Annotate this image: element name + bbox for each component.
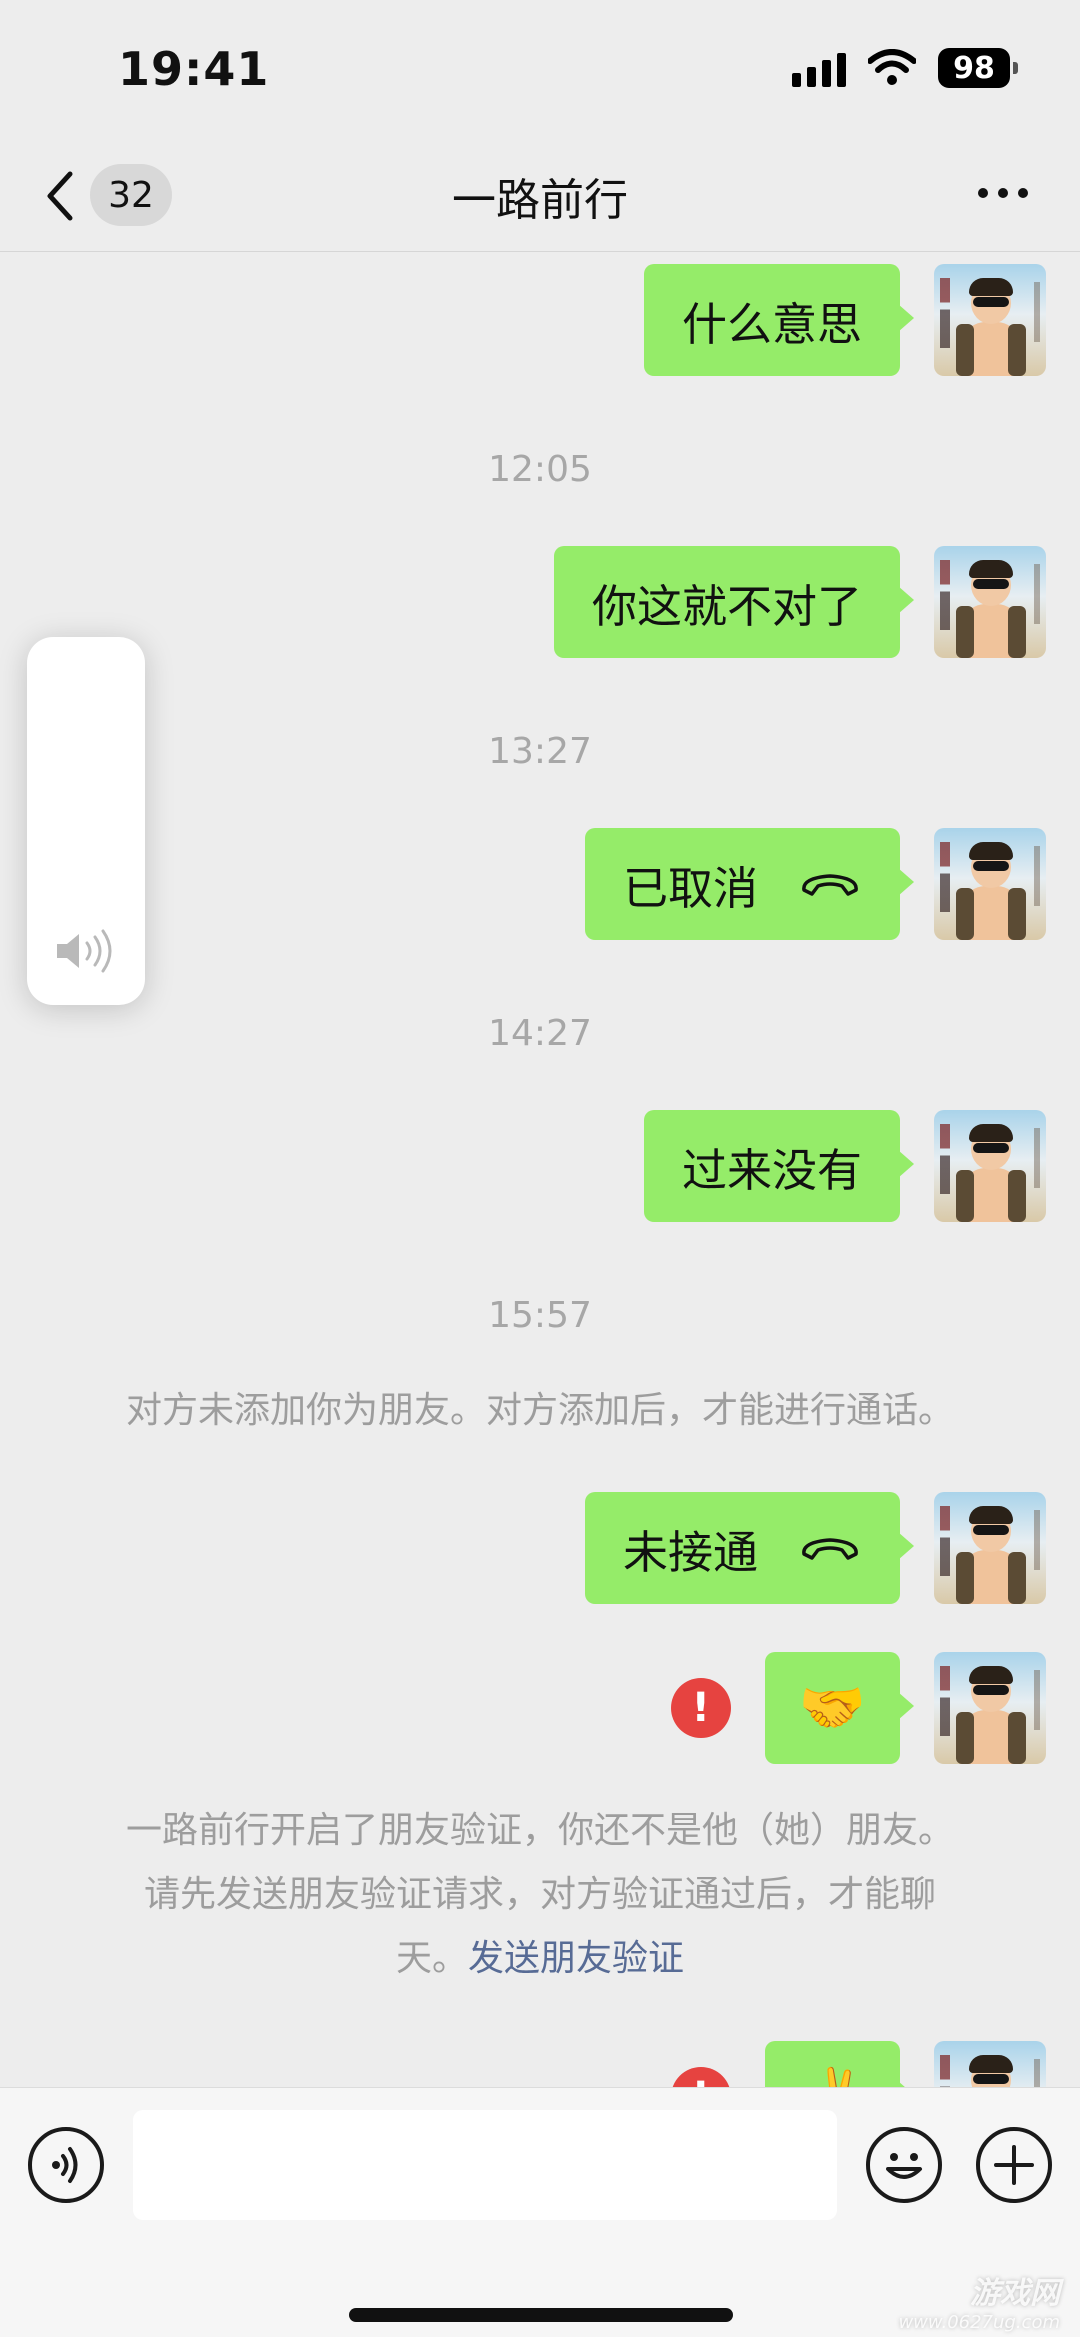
notice-text: 天。 [395, 1938, 468, 1979]
timestamp: 14:27 [488, 1013, 592, 1054]
avatar[interactable] [934, 264, 1046, 376]
avatar[interactable] [934, 1110, 1046, 1222]
call-status-text: 未接通 [622, 1525, 758, 1579]
more-icon[interactable] [978, 188, 1028, 198]
status-icons: 98 [792, 48, 1018, 88]
system-notice: 对方未添加你为朋友。对方添加后，才能进行通话。 [125, 1390, 954, 1431]
message-row: 什么意思 [643, 264, 1046, 376]
avatar[interactable] [934, 1652, 1046, 1764]
error-icon[interactable]: ! [670, 2067, 731, 2087]
sticker-bubble[interactable]: ✌️ [764, 2041, 915, 2087]
call-icon [802, 874, 858, 896]
message-bubble[interactable]: 什么意思 [643, 264, 915, 376]
home-indicator[interactable] [349, 2308, 733, 2322]
timestamp: 15:57 [488, 1295, 592, 1336]
notice-line: 请先发送朋友验证请求，对方验证通过后，才能聊 [143, 1874, 936, 1915]
sticker-bubble[interactable]: 🤝 [764, 1652, 915, 1764]
error-icon[interactable]: ! [670, 1678, 731, 1738]
call-record-bubble[interactable]: 未接通 [584, 1492, 915, 1604]
watermark: 游戏网 www.0627ug.com [898, 2268, 1060, 2333]
message-row: 你这就不对了 [553, 546, 1046, 658]
avatar[interactable] [934, 2041, 1046, 2087]
timestamp: 13:27 [488, 731, 592, 772]
status-time: 19:41 [118, 42, 270, 96]
wifi-icon [868, 49, 916, 85]
volume-hud [27, 637, 145, 1005]
battery-icon: 98 [938, 48, 1018, 88]
message-list[interactable]: 什么意思 12:05 你这就不对了 13:27 已取消 14:27 过来没有 1… [0, 253, 1080, 2087]
avatar[interactable] [934, 1492, 1046, 1604]
nav-bar: 32 一路前行 [0, 140, 1080, 252]
message-row: ! 🤝 [670, 1652, 1046, 1764]
message-row: 未接通 [584, 1492, 1046, 1604]
timestamp: 12:05 [488, 449, 592, 490]
emoji-icon[interactable] [866, 2127, 942, 2203]
chat-title: 一路前行 [452, 175, 628, 226]
avatar[interactable] [934, 828, 1046, 940]
message-bubble[interactable]: 你这就不对了 [553, 546, 915, 658]
call-record-bubble[interactable]: 已取消 [584, 828, 915, 940]
message-row: 已取消 [584, 828, 1046, 940]
voice-icon[interactable] [28, 2127, 104, 2203]
call-icon [802, 1538, 858, 1560]
cellular-signal-icon [792, 49, 846, 87]
notice-line: 一路前行开启了朋友验证，你还不是他（她）朋友。 [125, 1810, 954, 1851]
message-input[interactable] [133, 2110, 837, 2220]
plus-icon[interactable] [976, 2127, 1052, 2203]
message-row: 过来没有 [643, 1110, 1046, 1222]
status-bar: 19:41 98 [0, 0, 1080, 140]
avatar[interactable] [934, 546, 1046, 658]
notice-line: 天。发送朋友验证 [80, 1927, 1000, 1991]
call-status-text: 已取消 [622, 861, 758, 915]
send-verification-link[interactable]: 发送朋友验证 [468, 1938, 684, 1979]
friend-verification-notice: 一路前行开启了朋友验证，你还不是他（她）朋友。 请先发送朋友验证请求，对方验证通… [80, 1799, 1000, 1991]
watermark-title: 游戏网 [970, 2276, 1060, 2311]
watermark-url: www.0627ug.com [898, 2312, 1060, 2333]
message-row: ! ✌️ [670, 2041, 1046, 2087]
speaker-icon [57, 929, 112, 973]
message-bubble[interactable]: 过来没有 [643, 1110, 915, 1222]
